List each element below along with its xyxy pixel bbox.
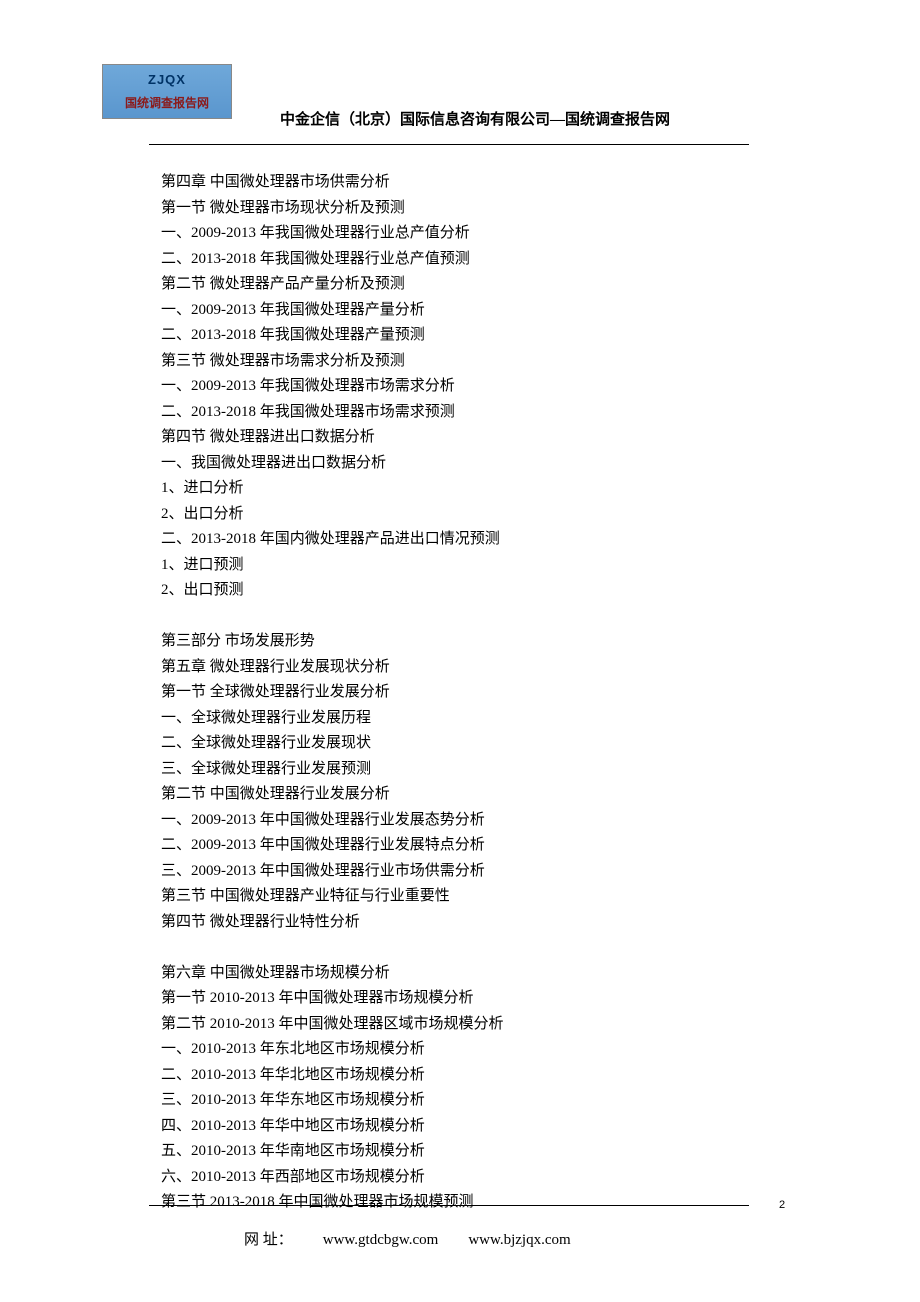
toc-line: 二、全球微处理器行业发展现状 (161, 731, 751, 757)
toc-line: 一、2010-2013 年东北地区市场规模分析 (161, 1037, 751, 1063)
page-number: 2 (779, 1196, 785, 1215)
footer-separator (149, 1205, 749, 1206)
toc-line: 1、进口分析 (161, 476, 751, 502)
toc-line: 一、2009-2013 年我国微处理器行业总产值分析 (161, 221, 751, 247)
toc-line: 二、2013-2018 年国内微处理器产品进出口情况预测 (161, 527, 751, 553)
toc-line: 一、2009-2013 年我国微处理器市场需求分析 (161, 374, 751, 400)
toc-line: 二、2009-2013 年中国微处理器行业发展特点分析 (161, 833, 751, 859)
blank-line (161, 935, 751, 961)
toc-line: 二、2013-2018 年我国微处理器行业总产值预测 (161, 247, 751, 273)
footer-label: 网 址： (244, 1232, 293, 1248)
toc-line: 第三部分 市场发展形势 (161, 629, 751, 655)
toc-line: 第三节 中国微处理器产业特征与行业重要性 (161, 884, 751, 910)
header-separator (149, 144, 749, 145)
footer-url-1: www.gtdcbgw.com (323, 1232, 439, 1248)
toc-line: 第一节 微处理器市场现状分析及预测 (161, 196, 751, 222)
toc-line: 四、2010-2013 年华中地区市场规模分析 (161, 1114, 751, 1140)
toc-line: 第六章 中国微处理器市场规模分析 (161, 961, 751, 987)
logo-text-top: ZJQX (148, 69, 186, 91)
toc-line: 三、全球微处理器行业发展预测 (161, 757, 751, 783)
toc-line: 二、2010-2013 年华北地区市场规模分析 (161, 1063, 751, 1089)
toc-line: 第三节 2013-2018 年中国微处理器市场规模预测 (161, 1190, 751, 1216)
toc-line: 二、2013-2018 年我国微处理器产量预测 (161, 323, 751, 349)
toc-line: 一、我国微处理器进出口数据分析 (161, 451, 751, 477)
toc-line: 三、2010-2013 年华东地区市场规模分析 (161, 1088, 751, 1114)
toc-line: 第四节 微处理器进出口数据分析 (161, 425, 751, 451)
footer-url-2: www.bjzjqx.com (468, 1232, 570, 1248)
toc-line: 第二节 2010-2013 年中国微处理器区域市场规模分析 (161, 1012, 751, 1038)
toc-line: 三、2009-2013 年中国微处理器行业市场供需分析 (161, 859, 751, 885)
toc-line: 1、进口预测 (161, 553, 751, 579)
toc-line: 二、2013-2018 年我国微处理器市场需求预测 (161, 400, 751, 426)
toc-line: 第一节 全球微处理器行业发展分析 (161, 680, 751, 706)
company-logo: ZJQX 国统调查报告网 (102, 64, 232, 119)
toc-line: 第五章 微处理器行业发展现状分析 (161, 655, 751, 681)
page-header-title: 中金企信（北京）国际信息咨询有限公司—国统调查报告网 (280, 108, 670, 134)
toc-line: 五、2010-2013 年华南地区市场规模分析 (161, 1139, 751, 1165)
toc-line: 第四节 微处理器行业特性分析 (161, 910, 751, 936)
toc-line: 第三节 微处理器市场需求分析及预测 (161, 349, 751, 375)
page-footer: 网 址： www.gtdcbgw.com www.bjzjqx.com (244, 1228, 601, 1254)
toc-line: 六、2010-2013 年西部地区市场规模分析 (161, 1165, 751, 1191)
toc-line: 第二节 中国微处理器行业发展分析 (161, 782, 751, 808)
blank-line (161, 604, 751, 630)
document-content: 第四章 中国微处理器市场供需分析第一节 微处理器市场现状分析及预测一、2009-… (161, 170, 751, 1216)
toc-line: 一、2009-2013 年中国微处理器行业发展态势分析 (161, 808, 751, 834)
toc-line: 2、出口分析 (161, 502, 751, 528)
toc-line: 2、出口预测 (161, 578, 751, 604)
toc-line: 一、2009-2013 年我国微处理器产量分析 (161, 298, 751, 324)
logo-text-bottom: 国统调查报告网 (125, 93, 209, 113)
toc-line: 第一节 2010-2013 年中国微处理器市场规模分析 (161, 986, 751, 1012)
toc-line: 一、全球微处理器行业发展历程 (161, 706, 751, 732)
toc-line: 第二节 微处理器产品产量分析及预测 (161, 272, 751, 298)
toc-line: 第四章 中国微处理器市场供需分析 (161, 170, 751, 196)
